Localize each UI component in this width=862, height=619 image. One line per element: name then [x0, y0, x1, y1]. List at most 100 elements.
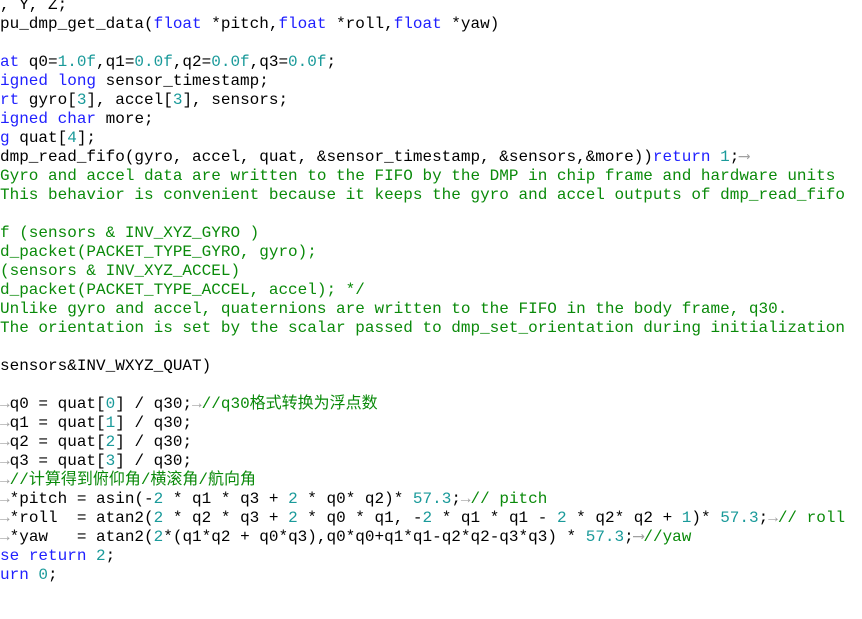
code-text: ], sensors; — [182, 91, 289, 109]
tab-arrow-icon: → — [0, 395, 10, 413]
code-text: *roll, — [326, 15, 394, 33]
code-number: 57.3 — [412, 490, 452, 508]
code-line[interactable] — [0, 34, 845, 53]
tab-arrow-icon: → — [0, 433, 10, 451]
code-line[interactable]: dmp_read_fifo(gyro, accel, quat, &sensor… — [0, 148, 845, 167]
code-line[interactable]: Unlike gyro and accel, quaternions are w… — [0, 300, 845, 319]
code-text: pu_dmp_get_data( — [0, 15, 154, 33]
code-text: q1 = quat[ — [9, 414, 106, 432]
code-keyword: urn — [0, 566, 29, 584]
code-line[interactable]: pu_dmp_get_data(float *pitch,float *roll… — [0, 15, 845, 34]
code-keyword: long — [57, 72, 97, 90]
code-line[interactable]: →q1 = quat[1] / q30; — [0, 414, 845, 433]
code-line[interactable]: →q3 = quat[3] / q30; — [0, 452, 845, 471]
code-line[interactable]: →*yaw = atan2(2*(q1*q2 + q0*q3),q0*q0+q1… — [0, 528, 845, 547]
code-number: 1.0f — [57, 53, 97, 71]
code-line[interactable]: →*pitch = asin(-2 * q1 * q3 + 2 * q0* q2… — [0, 490, 845, 509]
code-text: *yaw = atan2( — [9, 528, 154, 546]
code-line[interactable]: Gyro and accel data are written to the F… — [0, 167, 845, 186]
code-number: 2 — [96, 547, 106, 565]
code-line[interactable]: d_packet(PACKET_TYPE_GYRO, gyro); — [0, 243, 845, 262]
code-text: ]; — [76, 129, 106, 147]
code-line[interactable]: →q2 = quat[2] / q30; — [0, 433, 845, 452]
code-comment: The orientation is set by the scalar pas… — [0, 319, 845, 337]
code-line[interactable] — [0, 338, 845, 357]
code-text: ; — [48, 566, 58, 584]
code-number: 0.0f — [211, 53, 250, 71]
code-number: 1 — [681, 509, 692, 527]
code-number: 3 — [76, 91, 87, 109]
code-text: q2 = quat[ — [9, 433, 106, 451]
code-text: sensors&INV_WXYZ_QUAT) — [0, 357, 221, 375]
code-number: 0 — [105, 395, 116, 413]
code-number: 4 — [67, 129, 77, 147]
code-text: * q1 * q1 - — [432, 509, 557, 527]
tab-arrow-icon: → — [0, 509, 10, 527]
code-text: sensor_timestamp; — [96, 72, 269, 90]
code-comment: //yaw — [643, 528, 692, 546]
code-text: ,q2= — [172, 53, 212, 71]
code-text: * q2* q2 + — [566, 509, 682, 527]
code-keyword: char — [57, 110, 97, 128]
code-text: quat[ — [9, 129, 68, 147]
code-text: ] / q30; — [115, 414, 193, 432]
code-line[interactable]: urn 0; — [0, 566, 845, 585]
code-line[interactable]: se return 2; — [0, 547, 845, 566]
code-number: 0 — [38, 566, 49, 584]
code-text: q0= — [19, 53, 58, 71]
code-text: ] / q30; — [115, 452, 202, 470]
tab-arrow-icon: → — [768, 509, 778, 527]
code-line[interactable]: →q0 = quat[0] / q30;→//q30格式转换为浮点数 — [0, 395, 845, 414]
code-text: )* — [691, 509, 721, 527]
code-line[interactable]: (sensors & INV_XYZ_ACCEL) — [0, 262, 845, 281]
code-keyword: at — [0, 53, 20, 71]
code-comment: This behavior is convenient because it k… — [0, 186, 845, 204]
code-line[interactable]: , Y, Z; — [0, 0, 845, 15]
code-line[interactable]: rt gyro[3], accel[3], sensors; — [0, 91, 845, 110]
code-text: *yaw) — [441, 15, 500, 33]
code-line[interactable] — [0, 205, 845, 224]
code-number: 0.0f — [288, 53, 327, 71]
code-line[interactable] — [0, 376, 845, 395]
code-keyword: igned — [0, 110, 49, 128]
code-line[interactable]: at q0=1.0f,q1=0.0f,q2=0.0f,q3=0.0f; — [0, 53, 845, 72]
code-number: 2 — [153, 509, 164, 527]
code-text: * q0 * q1, - — [297, 509, 423, 527]
code-line[interactable]: The orientation is set by the scalar pas… — [0, 319, 845, 338]
code-text: q0 = quat[ — [9, 395, 106, 413]
tab-arrow-icon: → — [0, 452, 10, 470]
code-line[interactable]: sensors&INV_WXYZ_QUAT) — [0, 357, 845, 376]
code-line[interactable]: →//计算得到俯仰角/横滚角/航向角 — [0, 471, 845, 490]
code-text: *(q1*q2 + q0*q3),q0*q0+q1*q1-q2*q2-q3*q3… — [163, 528, 586, 546]
code-number: 2 — [556, 509, 567, 527]
code-editor[interactable]: , Y, Z; pu_dmp_get_data(float *pitch,floa… — [0, 0, 845, 585]
code-comment: Gyro and accel data are written to the F… — [0, 167, 836, 185]
code-line[interactable]: This behavior is convenient because it k… — [0, 186, 845, 205]
code-line[interactable]: igned char more; — [0, 110, 845, 129]
code-number: 2 — [288, 490, 298, 508]
code-line[interactable]: g quat[4]; — [0, 129, 845, 148]
tab-arrow-icon: ⟶ — [633, 528, 644, 546]
code-comment: f (sensors & INV_XYZ_GYRO ) — [0, 224, 260, 242]
code-text: , Y, Z; — [0, 0, 68, 14]
tab-arrow-icon: → — [0, 414, 10, 432]
tab-arrow-icon: → — [192, 395, 202, 413]
code-line[interactable]: d_packet(PACKET_TYPE_ACCEL, accel); */ — [0, 281, 845, 300]
code-keyword: igned — [0, 72, 49, 90]
code-text: ; — [624, 528, 634, 546]
code-text: ; — [729, 148, 740, 166]
code-text: ; — [326, 53, 337, 71]
code-line[interactable]: igned long sensor_timestamp; — [0, 72, 845, 91]
code-line[interactable]: f (sensors & INV_XYZ_GYRO ) — [0, 224, 845, 243]
code-keyword: g — [0, 129, 10, 147]
code-keyword: rt — [0, 91, 20, 109]
tab-arrow-icon: → — [460, 490, 471, 508]
code-text: ] / q30; — [115, 395, 193, 413]
code-number: 2 — [153, 528, 164, 546]
code-line[interactable]: →*roll = atan2(2 * q2 * q3 + 2 * q0 * q1… — [0, 509, 845, 528]
code-text: gyro[ — [19, 91, 77, 109]
